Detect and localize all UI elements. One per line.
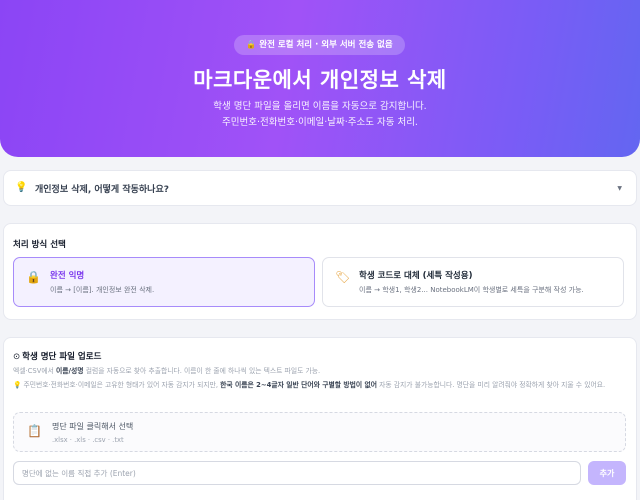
upload-note: 💡 주민번호·전화번호·이메일은 고유한 형태가 있어 자동 감지가 되지만, 한…: [13, 379, 629, 391]
note-bold: 한국 이름은 2~4글자 일반 단어와 구별할 방법이 없어: [220, 381, 377, 389]
lock-icon: 🔒: [26, 270, 41, 284]
option-label: 학생 코드로 대체 (세특 작성용): [359, 271, 473, 281]
hero-desc-line1: 학생 명단 파일을 올리면 이름을 자동으로 감지합니다.: [213, 101, 427, 112]
upload-title: ⊙ 학생 명단 파일 업로드: [13, 350, 101, 362]
privacy-badge-label: 완전 로컬 처리 · 외부 서버 전송 없음: [259, 40, 393, 50]
info-bold: 이름/성명: [56, 367, 84, 375]
upload-info: 엑셀·CSV에서 이름/성명 컬럼을 자동으로 찾아 추출합니다. 이름이 한 …: [13, 365, 320, 375]
page-title: 마크다운에서 개인정보 삭제: [193, 68, 447, 92]
mode-section: 처리 방식 선택 🔒 완전 익명 이름 → [이름]. 개인정보 완전 삭제. …: [3, 223, 637, 320]
privacy-badge: 🔒 완전 로컬 처리 · 외부 서버 전송 없음: [234, 35, 405, 55]
hero-description: 학생 명단 파일을 올리면 이름을 자동으로 감지합니다. 주민번호·전화번호·…: [0, 99, 640, 131]
lightbulb-icon: 💡: [13, 381, 22, 389]
upload-section: ⊙ 학생 명단 파일 업로드 엑셀·CSV에서 이름/성명 컬럼을 자동으로 찾아…: [3, 337, 637, 500]
add-name-button[interactable]: 추가: [588, 461, 626, 485]
name-add-input[interactable]: [13, 461, 581, 485]
option-desc: 이름 → 학생1, 학생2... NotebookLM이 학생별로 세특을 구분…: [359, 286, 584, 294]
chevron-down-icon[interactable]: ▼: [617, 185, 622, 192]
file-dropzone[interactable]: 📋 명단 파일 클릭해서 선택 .xlsx · .xls · .csv · .t…: [13, 412, 626, 452]
clipboard-icon: 📋: [27, 424, 42, 438]
lock-icon: 🔒: [246, 40, 257, 49]
note-text: 자동 감지가 불가능합니다. 명단을 미리 알려줘야 정확하게 찾아 지울 수 …: [376, 381, 606, 389]
dropzone-formats: .xlsx · .xls · .csv · .txt: [52, 436, 124, 444]
option-student-code[interactable]: 🏷 학생 코드로 대체 (세특 작성용) 이름 → 학생1, 학생2... No…: [322, 257, 624, 307]
tag-icon: 🏷: [335, 270, 351, 284]
dropzone-label: 명단 파일 클릭해서 선택: [52, 422, 134, 431]
info-text: 컬럼을 자동으로 찾아 추출합니다. 이름이 한 줄에 하나씩 있는 텍스트 파…: [83, 367, 321, 375]
option-label: 완전 익명: [50, 271, 85, 281]
mode-title: 처리 방식 선택: [13, 240, 66, 250]
faq-question: 개인정보 삭제, 어떻게 작동하나요?: [35, 185, 169, 195]
clock-icon: ⊙: [13, 352, 21, 362]
upload-title-label: 학생 명단 파일 업로드: [22, 352, 102, 362]
hero-banner: 🔒 완전 로컬 처리 · 외부 서버 전송 없음 마크다운에서 개인정보 삭제 학…: [0, 0, 640, 157]
faq-accordion[interactable]: 💡 개인정보 삭제, 어떻게 작동하나요? ▼: [3, 170, 637, 206]
option-full-anonymous[interactable]: 🔒 완전 익명 이름 → [이름]. 개인정보 완전 삭제.: [13, 257, 315, 307]
note-text: 주민번호·전화번호·이메일은 고유한 형태가 있어 자동 감지가 되지만,: [23, 381, 221, 389]
info-text: 엑셀·CSV에서: [13, 367, 57, 375]
lightbulb-icon: 💡: [15, 182, 28, 193]
hero-desc-line2: 주민번호·전화번호·이메일·날짜·주소도 자동 처리.: [222, 117, 418, 128]
option-desc: 이름 → [이름]. 개인정보 완전 삭제.: [50, 286, 155, 294]
